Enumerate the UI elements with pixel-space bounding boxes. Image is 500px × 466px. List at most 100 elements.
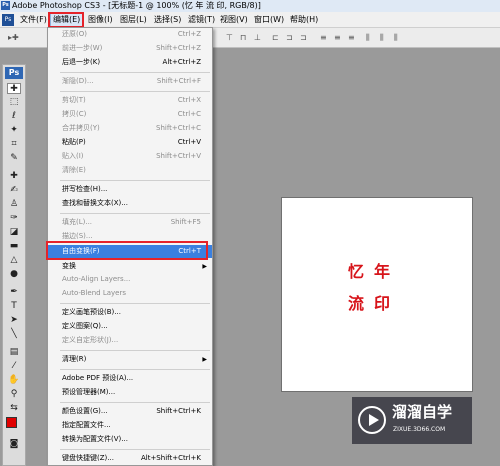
watermark-title: 溜溜自学 [392,403,453,421]
app-icon: Ps [1,1,10,10]
doc-char-3: 流 [348,294,365,313]
distribute-top-icon[interactable]: ≡ [320,33,327,42]
menu-item-clear[interactable]: 清除(E) [48,164,212,177]
menu-item-auto-align[interactable]: Auto-Align Layers... [48,273,212,286]
menu-item-cut[interactable]: 剪切(T) Ctrl+X [48,94,212,107]
align-hcenter-icon[interactable]: ⊐ [286,33,293,42]
eyedropper-tool-icon[interactable]: ⁄ [7,361,21,372]
path-selection-icon[interactable]: ➤ [7,315,21,326]
shape-tool-icon[interactable]: ╲ [7,329,21,340]
menu-item-transform[interactable]: 变换 ▶ [48,260,212,273]
menu-item-find-replace[interactable]: 查找和替换文本(X)... [48,197,212,210]
align-top-icon[interactable]: ⊤ [226,33,233,42]
submenu-arrow-icon: ▶ [202,263,207,270]
menu-layer[interactable]: 图层(L) [118,12,149,28]
hand-tool-icon[interactable]: ✋ [7,375,21,386]
slice-tool-icon[interactable]: ✎ [7,153,21,164]
menu-view[interactable]: 视图(V) [218,12,250,28]
window-title: Adobe Photoshop CS3 - [无标题-1 @ 100% (忆 年… [12,1,261,10]
crop-tool-icon[interactable]: ⌗ [7,139,21,150]
clone-stamp-icon[interactable]: ♙ [7,199,21,210]
menu-item-preset-manager[interactable]: 预设管理器(M)... [48,386,212,399]
type-tool-icon[interactable]: T [7,301,21,312]
ps-logo: Ps [5,67,23,79]
move-tool-icon[interactable]: ✚ [7,83,21,94]
menu-item-keyboard-shortcuts[interactable]: 键盘快捷键(Z)... Alt+Shift+Ctrl+K [48,452,212,465]
menu-select[interactable]: 选择(S) [152,12,183,28]
swap-colors-icon[interactable]: ⇆ [7,403,21,414]
menu-file[interactable]: 文件(F) [18,12,49,28]
menu-separator [60,213,210,214]
menu-separator [60,402,210,403]
menu-separator [60,449,210,450]
quick-mask-icon[interactable]: ◙ [7,439,21,450]
menu-separator [60,350,210,351]
toolbox: Ps ✚ ⬚ ℓ ✦ ⌗ ✎ ✚ ✍ ♙ ✑ ◪ ▬ △ ● ✒ T ➤ ╲ ▤… [2,64,26,466]
blur-tool-icon[interactable]: △ [7,255,21,266]
menu-separator [60,180,210,181]
lasso-tool-icon[interactable]: ℓ [7,111,21,122]
distribute-bottom-icon[interactable]: ≡ [348,33,355,42]
align-left-icon[interactable]: ⊏ [272,33,279,42]
history-brush-icon[interactable]: ✑ [7,213,21,224]
menu-item-undo[interactable]: 还原(O) Ctrl+Z [48,28,212,41]
play-icon [358,406,386,434]
align-right-icon[interactable]: ⊐ [300,33,307,42]
menu-item-paste[interactable]: 粘贴(P) Ctrl+V [48,136,212,149]
align-bottom-icon[interactable]: ⊥ [254,33,261,42]
foreground-color-swatch[interactable] [6,417,17,428]
menu-image[interactable]: 图像(I) [86,12,115,28]
dodge-tool-icon[interactable]: ● [7,269,21,280]
distribute-right-icon[interactable]: ⫼ [394,33,398,42]
menu-item-color-settings[interactable]: 颜色设置(G)... Shift+Ctrl+K [48,405,212,418]
menu-item-step-backward[interactable]: 后退一步(K) Alt+Ctrl+Z [48,56,212,69]
menu-separator [60,91,210,92]
menu-filter[interactable]: 滤镜(T) [186,12,217,28]
distribute-vcenter-icon[interactable]: ≡ [334,33,341,42]
menu-item-define-brush[interactable]: 定义画笔预设(B)... [48,306,212,319]
menu-item-purge[interactable]: 清理(R) ▶ [48,353,212,366]
healing-brush-icon[interactable]: ✚ [7,171,21,182]
pen-tool-icon[interactable]: ✒ [7,287,21,298]
brush-tool-icon[interactable]: ✍ [7,185,21,196]
menu-item-fill[interactable]: 填充(L)... Shift+F5 [48,216,212,229]
document-canvas[interactable]: 忆 年 流 印 [281,197,473,392]
gradient-tool-icon[interactable]: ▬ [7,241,21,252]
doc-char-2: 年 [374,262,391,281]
highlight-free-transform-box [46,241,208,260]
menu-item-copy[interactable]: 拷贝(C) Ctrl+C [48,108,212,121]
align-vcenter-icon[interactable]: ⊓ [240,33,246,42]
notes-tool-icon[interactable]: ▤ [7,347,21,358]
highlight-edit-menu-box [48,12,84,28]
submenu-arrow-icon: ▶ [202,356,207,363]
window-title-bar: Ps Adobe Photoshop CS3 - [无标题-1 @ 100% (… [0,0,500,12]
menu-separator [60,303,210,304]
menu-item-paste-into[interactable]: 贴入(I) Shift+Ctrl+V [48,150,212,163]
menu-item-step-forward[interactable]: 前进一步(W) Shift+Ctrl+Z [48,42,212,55]
menu-item-assign-profile[interactable]: 指定配置文件... [48,419,212,432]
doc-char-4: 印 [374,294,391,313]
distribute-left-icon[interactable]: ⫼ [366,33,370,42]
menu-item-define-pattern[interactable]: 定义图案(Q)... [48,320,212,333]
menu-separator [60,369,210,370]
move-tool-icon[interactable]: ▸✚ [8,33,19,42]
menu-window[interactable]: 窗口(W) [252,12,286,28]
distribute-hcenter-icon[interactable]: ⫼ [380,33,384,42]
watermark-url: ZIXUE.3D66.COM [393,426,446,433]
menu-item-auto-blend[interactable]: Auto-Blend Layers [48,287,212,300]
menu-item-pdf-presets[interactable]: Adobe PDF 预设(A)... [48,372,212,385]
menu-item-define-shape[interactable]: 定义自定形状(J)... [48,334,212,347]
ps-icon[interactable]: Ps [2,14,14,26]
menu-item-fade[interactable]: 渐隐(D)... Shift+Ctrl+F [48,75,212,88]
doc-char-1: 忆 [348,262,365,281]
eraser-tool-icon[interactable]: ◪ [7,227,21,238]
menu-item-convert-profile[interactable]: 转换为配置文件(V)... [48,433,212,446]
menu-separator [60,72,210,73]
menu-item-spell-check[interactable]: 拼写检查(H)... [48,183,212,196]
marquee-tool-icon[interactable]: ⬚ [7,97,21,108]
magic-wand-tool-icon[interactable]: ✦ [7,125,21,136]
watermark: 溜溜自学 ZIXUE.3D66.COM [352,397,472,444]
menu-help[interactable]: 帮助(H) [288,12,320,28]
zoom-tool-icon[interactable]: ⚲ [7,389,21,400]
menu-item-copy-merged[interactable]: 合并拷贝(Y) Shift+Ctrl+C [48,122,212,135]
